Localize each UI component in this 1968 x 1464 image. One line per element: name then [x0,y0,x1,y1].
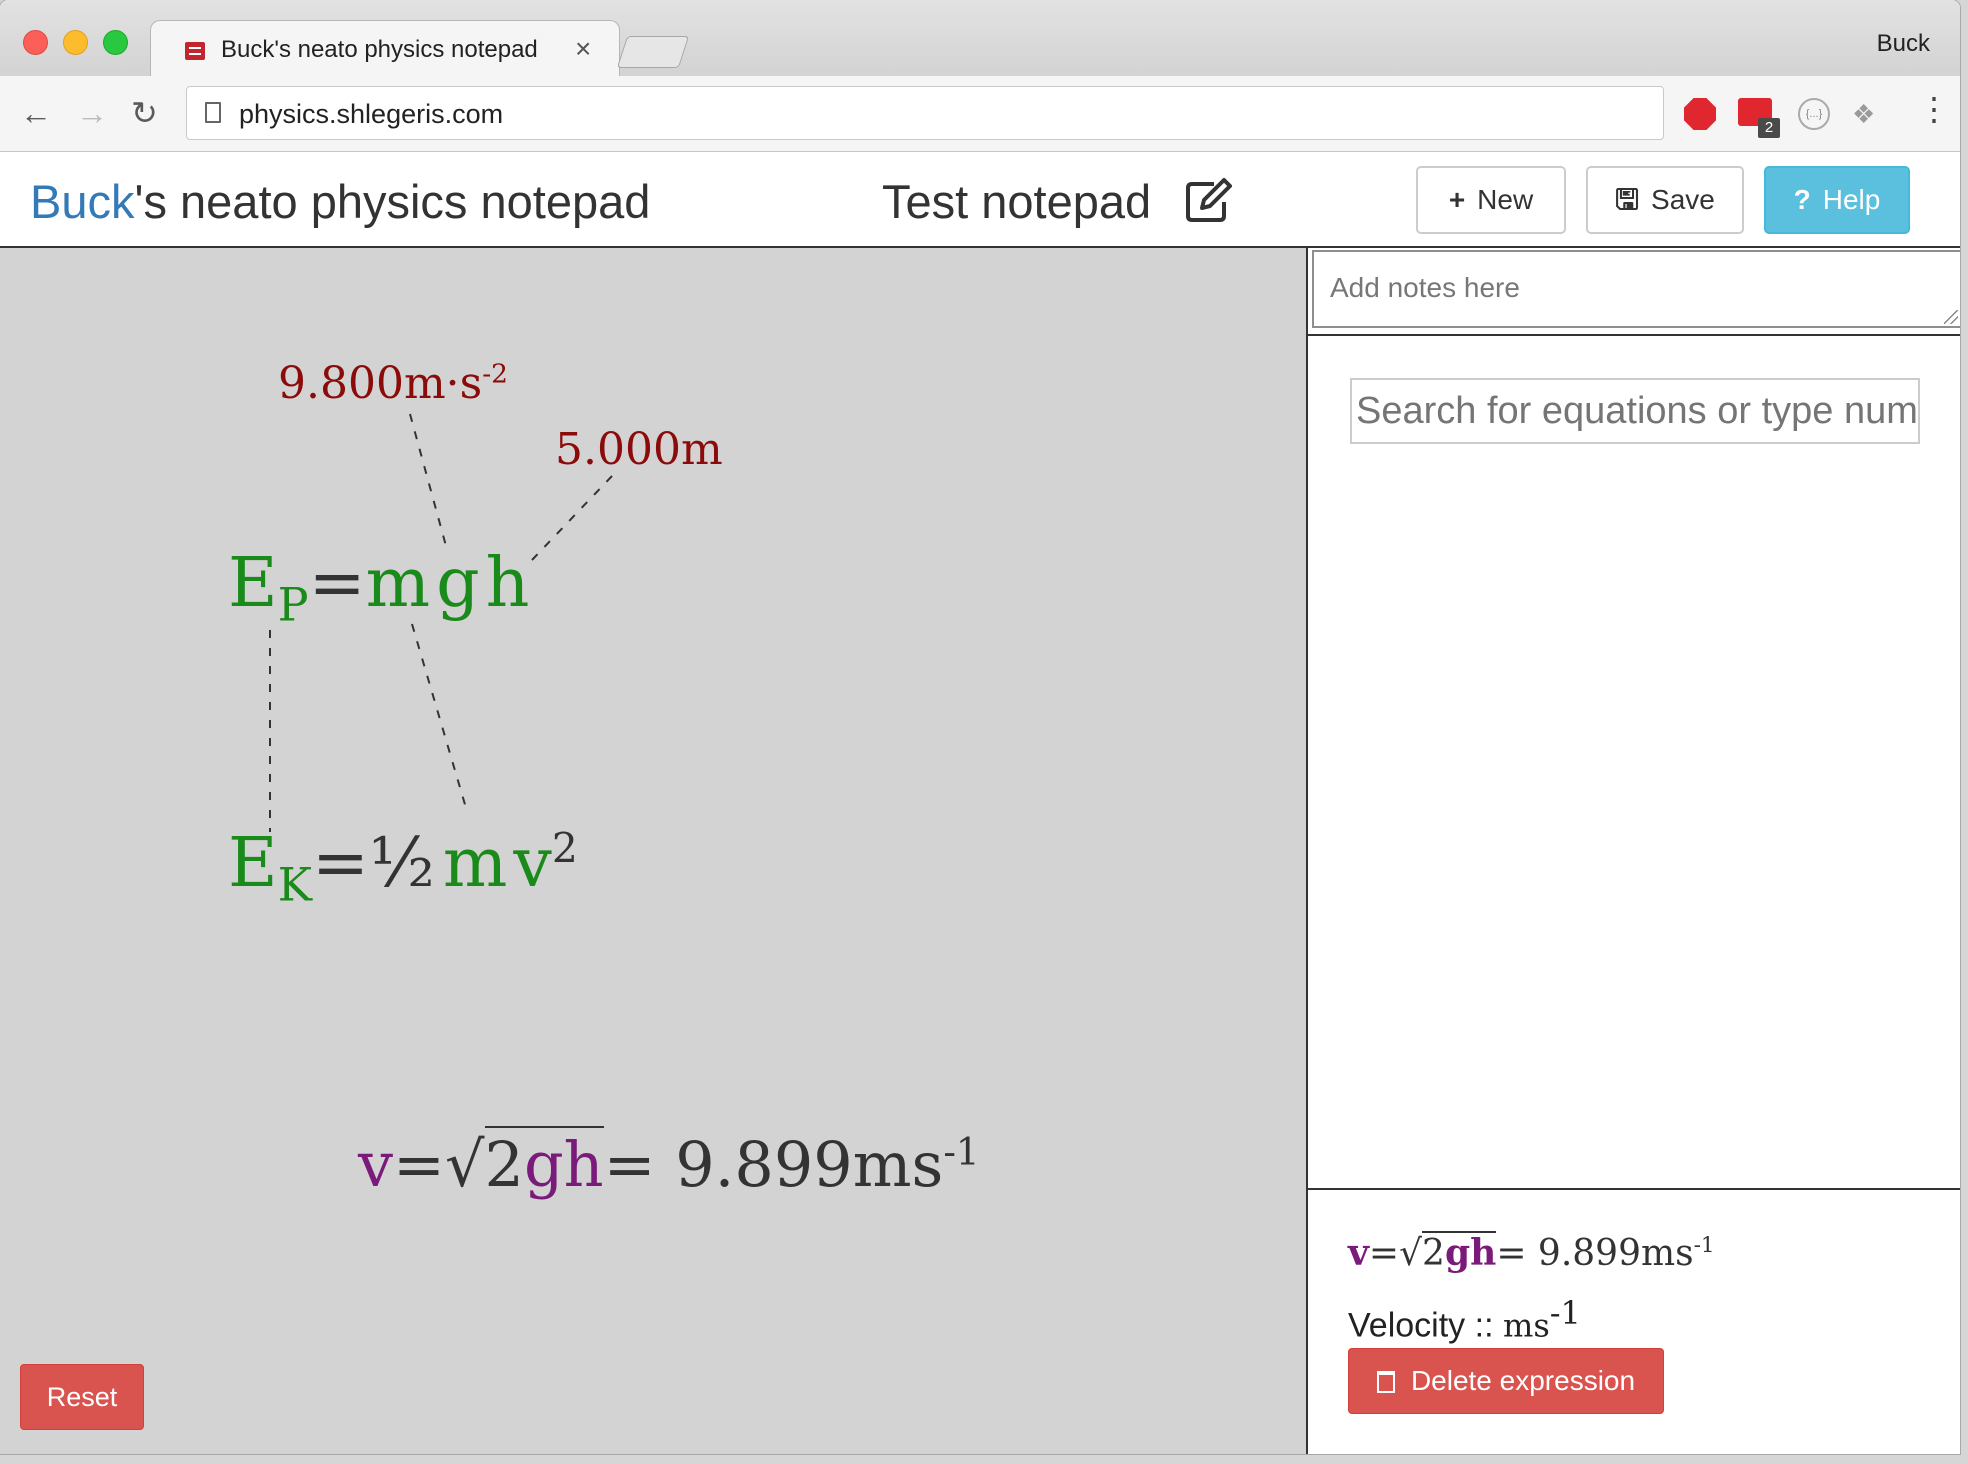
browser-window: Buck's neato physics notepad × Buck ← → … [0,0,1960,1454]
reset-button[interactable]: Reset [20,1364,144,1430]
divider [1308,334,1960,336]
m-m-connector [411,623,467,809]
plus-icon: + [1448,184,1466,215]
menu-icon[interactable]: ⋮ [1918,93,1950,125]
selected-expression: v=√2gh= 9.899ms-1 [1348,1231,1715,1274]
stop-extension-icon[interactable] [1684,98,1716,130]
equation-canvas[interactable]: 9.800m·s-2 5.000m EP=mgh EK=½ mv2 v=√2gh=… [0,248,1306,1454]
kinetic-energy-equation[interactable]: EK=½ mv2 [228,824,578,912]
tab-title: Buck's neato physics notepad [221,36,538,63]
delete-label: Delete expression [1410,1365,1636,1396]
app: Buck's neato physics notepad Test notepa… [0,152,1960,1454]
resize-handle-icon[interactable] [1944,310,1958,324]
favicon-icon [185,42,205,60]
brand-first: Buck [30,175,135,228]
profile-name[interactable]: Buck [1877,30,1930,58]
notes-placeholder: Add notes here [1330,272,1520,303]
reload-icon[interactable]: ↻ [131,96,158,130]
back-arrow-icon[interactable]: ← [20,96,52,130]
g-value-label[interactable]: 9.800m·s-2 [278,358,508,409]
var-g: g [436,544,480,623]
help-label: Help [1822,184,1881,215]
dropbox-icon[interactable]: ❖ [1852,100,1882,128]
json-extension-icon[interactable]: {...} [1798,98,1830,130]
question-icon: ? [1793,184,1811,215]
forward-arrow-icon[interactable]: → [76,96,108,130]
save-label: Save [1651,184,1715,215]
h-value-label[interactable]: 5.000m [555,424,723,475]
var-m: m [365,544,431,623]
sidebar: Add notes here Search for equations or t… [1306,248,1960,1454]
brand-title: Buck's neato physics notepad [30,174,650,229]
new-button[interactable]: + New [1416,166,1566,234]
h-value-connector [531,475,613,561]
floppy-icon: 🖫 [1615,184,1640,215]
new-label: New [1477,184,1534,215]
divider [1308,1188,1960,1190]
notepad-title[interactable]: Test notepad [882,174,1151,229]
var-h: h [485,544,530,623]
g-value-connector [409,413,447,547]
browser-tab[interactable]: Buck's neato physics notepad × [150,20,620,78]
window-minimize-button[interactable] [63,30,88,55]
notes-textarea[interactable]: Add notes here [1312,250,1960,328]
edit-icon[interactable] [1184,176,1234,224]
address-bar[interactable]: physics.shlegeris.com [186,86,1664,140]
help-button[interactable]: ? Help [1764,166,1910,234]
extension-badge: 2 [1758,118,1780,138]
brand-rest: 's neato physics notepad [134,175,651,228]
potential-energy-equation[interactable]: EP=mgh [228,544,529,632]
save-button[interactable]: 🖫 Save [1586,166,1744,234]
window-close-button[interactable] [23,30,48,55]
search-placeholder: Search for equations or type numbers [1356,390,1918,432]
trash-icon [1376,1371,1395,1393]
new-tab-button[interactable] [616,36,690,68]
browser-toolbar: ← → ↻ physics.shlegeris.com 2 {...} ❖ ⋮ [0,76,1960,152]
delete-expression-button[interactable]: Delete expression [1348,1348,1664,1414]
expression-dimension: Velocity :: ms-1 [1348,1294,1581,1345]
velocity-expression[interactable]: v=√2gh= 9.899ms-1 [358,1126,980,1201]
app-header: Buck's neato physics notepad Test notepa… [0,152,1960,248]
tab-strip: Buck's neato physics notepad × Buck [0,0,1960,78]
url-text: physics.shlegeris.com [239,99,504,129]
window-maximize-button[interactable] [103,30,128,55]
tab-close-icon[interactable]: × [575,33,591,65]
page-icon [205,102,221,123]
search-input[interactable]: Search for equations or type numbers [1350,378,1920,444]
